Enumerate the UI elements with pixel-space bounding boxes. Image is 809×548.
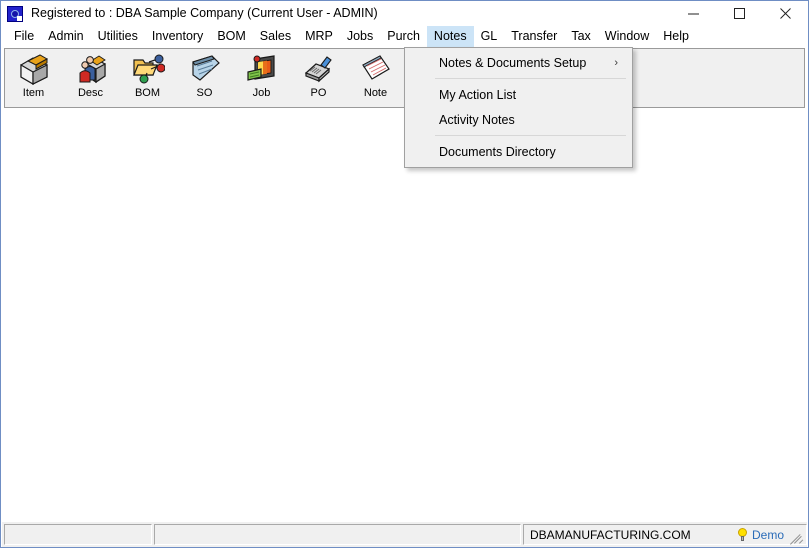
status-url-text: DBAMANUFACTURING.COM: [530, 527, 691, 542]
toolbar-button-po[interactable]: PO: [290, 49, 347, 107]
menu-inventory[interactable]: Inventory: [145, 26, 210, 47]
menu-jobs[interactable]: Jobs: [340, 26, 380, 47]
toolbar-button-desc[interactable]: Desc: [62, 49, 119, 107]
menu-utilities[interactable]: Utilities: [91, 26, 145, 47]
lightbulb-icon: [737, 528, 748, 541]
application-icon: [7, 5, 23, 22]
menu-item-label: Activity Notes: [439, 112, 515, 127]
mdi-client-area: [2, 109, 807, 521]
resize-grip-icon[interactable]: [790, 531, 805, 545]
chevron-right-icon: ›: [614, 56, 618, 69]
maximize-icon: [733, 8, 745, 19]
toolbar-label-po: PO: [310, 87, 327, 99]
menu-item-label: My Action List: [439, 87, 517, 102]
menu-item-notes-documents-setup[interactable]: Notes & Documents Setup ›: [405, 50, 632, 75]
status-panel-left: [4, 524, 152, 545]
toolbar-label-item: Item: [22, 87, 45, 99]
menu-item-label: Documents Directory: [439, 144, 556, 159]
menu-help[interactable]: Help: [656, 26, 696, 47]
toolbar-label-desc: Desc: [77, 87, 104, 99]
demo-badge[interactable]: Demo: [737, 528, 784, 542]
menu-notes[interactable]: Notes: [426, 26, 474, 47]
menu-item-label: Notes & Documents Setup: [439, 55, 587, 70]
menu-gl[interactable]: GL: [474, 26, 505, 47]
note-pad-icon: [359, 53, 393, 86]
menu-bar: File Admin Utilities Inventory BOM Sales…: [1, 26, 808, 47]
toolbar-button-so[interactable]: SO: [176, 49, 233, 107]
menu-bom[interactable]: BOM: [210, 26, 252, 47]
menu-item-documents-directory[interactable]: Documents Directory: [405, 139, 632, 164]
status-bar: DBAMANUFACTURING.COM Demo: [2, 522, 807, 547]
title-bar: Registered to : DBA Sample Company (Curr…: [1, 1, 808, 26]
minimize-icon: [687, 13, 699, 15]
menu-transfer[interactable]: Transfer: [504, 26, 564, 47]
toolbar-button-note[interactable]: Note: [347, 49, 404, 107]
menu-separator: [435, 135, 626, 136]
item-box-icon: [17, 53, 51, 86]
menu-admin[interactable]: Admin: [41, 26, 90, 47]
toolbar-label-so: SO: [196, 87, 213, 99]
sales-order-pad-icon: [188, 53, 222, 86]
menu-item-activity-notes[interactable]: Activity Notes: [405, 107, 632, 132]
menu-sales[interactable]: Sales: [253, 26, 298, 47]
toolbar-label-bom: BOM: [134, 87, 161, 99]
close-button[interactable]: [762, 1, 808, 26]
purchase-order-stamp-icon: [302, 53, 336, 86]
minimize-button[interactable]: [670, 1, 716, 26]
menu-item-my-action-list[interactable]: My Action List: [405, 82, 632, 107]
toolbar-label-job: Job: [252, 87, 271, 99]
menu-tax[interactable]: Tax: [564, 26, 597, 47]
menu-separator: [435, 78, 626, 79]
menu-file[interactable]: File: [7, 26, 41, 47]
maximize-button[interactable]: [716, 1, 762, 26]
descriptors-people-icon: [74, 53, 108, 86]
window-title: Registered to : DBA Sample Company (Curr…: [31, 6, 378, 20]
menu-purch[interactable]: Purch: [380, 26, 427, 47]
menu-mrp[interactable]: MRP: [298, 26, 340, 47]
window-controls: [670, 1, 808, 26]
demo-label: Demo: [751, 527, 784, 542]
job-monitor-icon: [245, 53, 279, 86]
menu-window[interactable]: Window: [598, 26, 656, 47]
status-panel-right: DBAMANUFACTURING.COM Demo: [523, 524, 807, 545]
close-icon: [779, 8, 791, 19]
application-window: Registered to : DBA Sample Company (Curr…: [0, 0, 809, 548]
toolbar-label-note: Note: [363, 87, 388, 99]
toolbar-button-job[interactable]: Job: [233, 49, 290, 107]
toolbar-button-bom[interactable]: BOM: [119, 49, 176, 107]
status-panel-middle: [154, 524, 521, 545]
notes-dropdown-menu: Notes & Documents Setup › My Action List…: [404, 47, 633, 168]
bom-folder-icon: [131, 53, 165, 86]
toolbar-button-item[interactable]: Item: [5, 49, 62, 107]
